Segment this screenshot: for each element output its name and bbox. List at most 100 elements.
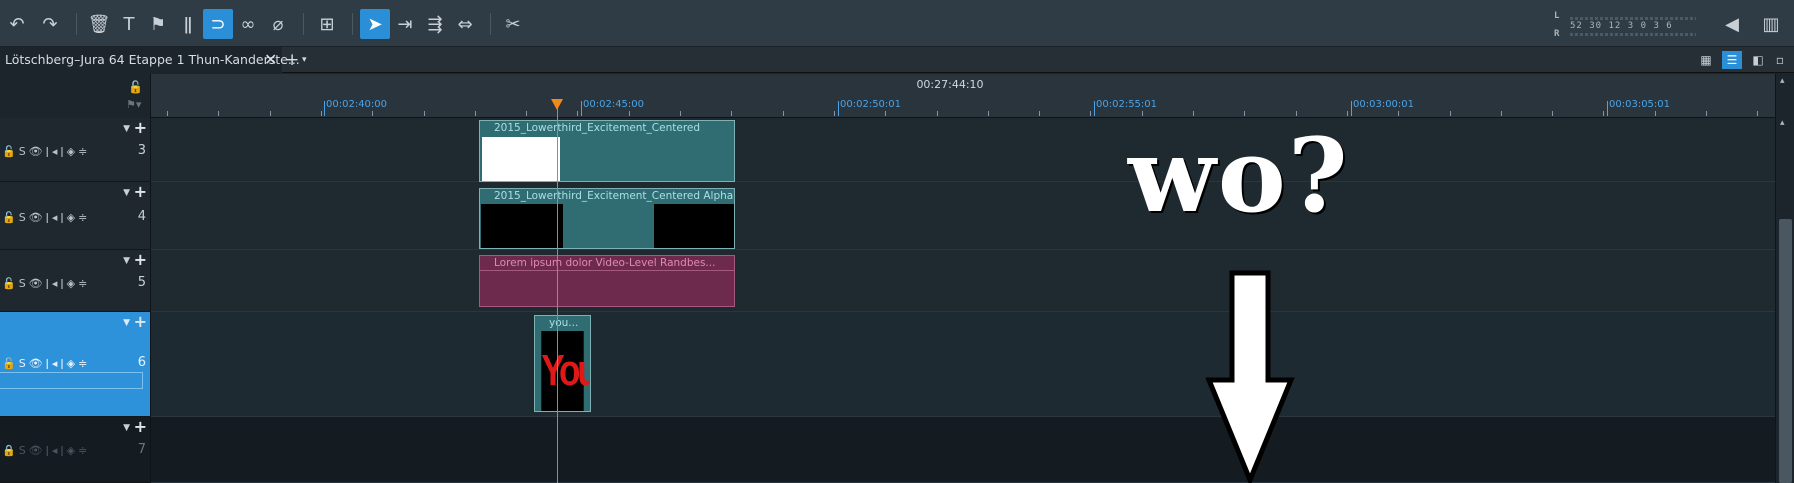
track-lane-7[interactable] <box>151 417 1775 483</box>
scroll-up-icon[interactable]: ▴ <box>1780 76 1785 86</box>
ruler-minor-tick <box>1039 111 1041 116</box>
track-header-6[interactable]: ▼ + 🔓S👁ǀ◂ǀ◈≑ 6 <box>0 312 151 417</box>
flag-icon: ⚑ <box>149 13 167 35</box>
track-lane-6[interactable] <box>151 312 1775 417</box>
clip-thumbnail <box>481 204 563 248</box>
redo-icon: ↷ <box>42 13 58 35</box>
add-tab-icon[interactable]: + <box>285 47 299 73</box>
add-track-icon[interactable]: + <box>134 182 147 201</box>
track-header-7[interactable]: ▼ + 🔒S👁ǀ◂ǀ◈≑ 7 <box>0 417 151 483</box>
trash-icon: 🗑 <box>87 13 111 35</box>
split-button[interactable]: ǁ <box>173 9 203 39</box>
clip-title: 2015_Lowerthird_Excitement_Centered <box>480 121 734 135</box>
mixer-button[interactable]: ▥ <box>1756 9 1786 39</box>
track-name-field[interactable] <box>0 372 143 389</box>
text-icon: T <box>123 13 135 35</box>
cut-mode-button[interactable]: ✂ <box>498 9 528 39</box>
track-header-top: 🔓 ⚑▾ <box>0 74 151 118</box>
track-menu-icon[interactable]: ▼ <box>123 423 130 433</box>
ruler-major-tick <box>324 101 325 116</box>
track-menu-icon[interactable]: ▼ <box>123 188 130 198</box>
add-track-icon[interactable]: + <box>134 312 147 331</box>
close-tab-icon[interactable]: ✕ <box>264 47 277 73</box>
marker-dropdown-icon[interactable]: ⚑▾ <box>126 98 141 111</box>
track-controls[interactable]: 🔓S👁ǀ◂ǀ◈≑ <box>2 211 90 224</box>
multicam-view-button[interactable]: ◧ <box>1748 51 1768 69</box>
toolbar-divider <box>76 13 77 35</box>
add-track-icon[interactable]: + <box>134 417 147 436</box>
add-track-icon[interactable]: + <box>134 250 147 269</box>
track-controls[interactable]: 🔓S👁ǀ◂ǀ◈≑ <box>2 277 90 290</box>
track-menu-icon[interactable]: ▼ <box>123 318 130 328</box>
video-editor-window: ↶ ↷ 🗑 T ⚑ ǁ ⊃ ∞ ⌀ ⊞ ➤ ⇥ ⇶ ⇔ ✂ L R 52 30 … <box>0 0 1794 483</box>
ruler-major-tick <box>581 101 582 116</box>
track-lane-4[interactable] <box>151 182 1775 250</box>
toolbar-divider <box>490 13 491 35</box>
marker-button[interactable]: ⚑ <box>143 9 173 39</box>
multi-mode-button[interactable]: ⇶ <box>420 9 450 39</box>
track-menu-icon[interactable]: ▼ <box>123 256 130 266</box>
annotation-text: wo? <box>1128 116 1350 236</box>
ruler-minor-tick <box>782 111 784 116</box>
stretch-mode-button[interactable]: ⇔ <box>450 9 480 39</box>
timeline-view-button[interactable]: ☰ <box>1722 51 1742 69</box>
clip-thumbnail <box>654 204 734 248</box>
track-lane-3[interactable] <box>151 118 1775 182</box>
track-lane-5[interactable] <box>151 250 1775 312</box>
split-icon: ǁ <box>183 13 193 35</box>
snap-button[interactable]: ⊃ <box>203 9 233 39</box>
track-number: 7 <box>137 442 146 457</box>
toolbar-divider <box>352 13 353 35</box>
project-tab[interactable]: Lötschberg–Jura 64 Etappe 1 Thun-Kanders… <box>0 47 300 73</box>
title-clip[interactable]: 2015_Lowerthird_Excitement_Centered <box>479 120 735 182</box>
volume-button[interactable]: ◀ <box>1717 9 1747 39</box>
ruler-minor-tick <box>372 111 374 116</box>
redo-button[interactable]: ↷ <box>35 9 65 39</box>
scrollbar-thumb[interactable] <box>1779 219 1792 483</box>
track-number: 6 <box>137 355 146 370</box>
tab-dropdown-icon[interactable]: ▾ <box>302 47 307 73</box>
track-controls[interactable]: 🔓S👁ǀ◂ǀ◈≑ <box>2 357 90 370</box>
range-pointer-icon: ⇥ <box>397 13 413 35</box>
mouse-mode-button[interactable]: ➤ <box>360 9 390 39</box>
vertical-scrollbar[interactable]: ▴ ▴ <box>1775 74 1794 483</box>
undo-button[interactable]: ↶ <box>2 9 32 39</box>
add-track-icon[interactable]: + <box>134 118 147 137</box>
timeline-ruler[interactable]: 00:27:44:10 00:02:40:00 00:02:45:00 00:0… <box>151 74 1775 118</box>
track-header-4[interactable]: ▼ + 🔓S👁ǀ◂ǀ◈≑ 4 <box>0 182 151 250</box>
ruler-minor-tick <box>885 111 887 116</box>
ruler-minor-tick <box>1603 111 1605 116</box>
ruler-minor-tick <box>320 111 322 116</box>
playhead-handle[interactable] <box>551 99 563 110</box>
youtube-clip[interactable]: you... You <box>534 315 591 412</box>
ruler-minor-tick <box>1654 111 1656 116</box>
track-menu-icon[interactable]: ▼ <box>123 124 130 134</box>
link-button[interactable]: ∞ <box>233 9 263 39</box>
undock-button[interactable]: ▫ <box>1770 51 1790 69</box>
ruler-tick-label: 00:02:40:00 <box>326 99 388 110</box>
meter-right-label: R <box>1554 29 1560 39</box>
insert-button[interactable]: ⊞ <box>312 9 342 39</box>
scroll-up-icon[interactable]: ▴ <box>1780 118 1785 128</box>
ruler-tick-label: 00:02:50:01 <box>840 99 902 110</box>
ruler-minor-tick <box>1090 111 1092 116</box>
track-controls[interactable]: 🔒S👁ǀ◂ǀ◈≑ <box>2 444 90 457</box>
clip-thumbnail <box>482 137 560 181</box>
delete-button[interactable]: 🗑 <box>84 9 114 39</box>
track-controls[interactable]: 🔓S👁ǀ◂ǀ◈≑ <box>2 145 90 158</box>
text-clip[interactable]: Lorem ipsum dolor Video-Level Randbes... <box>479 255 735 307</box>
range-mode-button[interactable]: ⇥ <box>390 9 420 39</box>
ruler-tick-label: 00:02:55:01 <box>1096 99 1158 110</box>
track-header-3[interactable]: ▼ + 🔓S👁ǀ◂ǀ◈≑ 3 <box>0 118 151 182</box>
track-header-5[interactable]: ▼ + 🔓S👁ǀ◂ǀ◈≑ 5 <box>0 250 151 312</box>
ruler-minor-tick <box>423 111 425 116</box>
ruler-minor-tick <box>167 111 168 116</box>
alpha-clip[interactable]: 2015_Lowerthird_Excitement_Centered Alph… <box>479 188 735 249</box>
ruler-minor-tick <box>628 111 630 116</box>
unlink-button[interactable]: ⌀ <box>263 9 293 39</box>
title-button[interactable]: T <box>114 9 144 39</box>
meter-scale: 52 30 12 3 0 3 6 <box>1570 21 1673 31</box>
ruler-major-tick <box>1351 101 1352 116</box>
storyboard-view-button[interactable]: ▦ <box>1696 51 1716 69</box>
ruler-minor-tick <box>526 111 528 116</box>
